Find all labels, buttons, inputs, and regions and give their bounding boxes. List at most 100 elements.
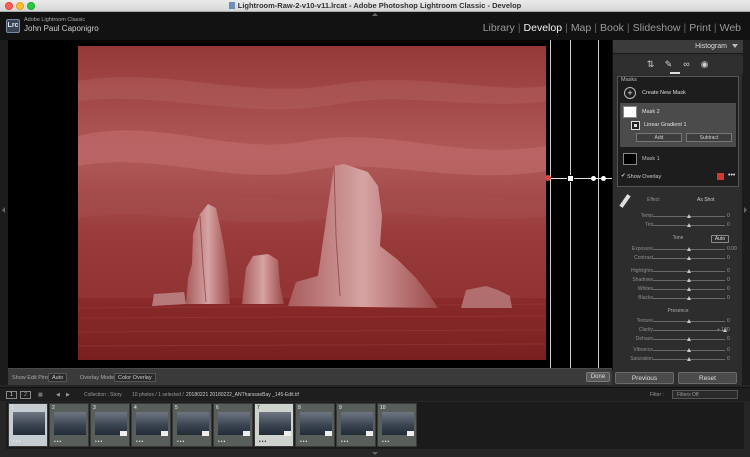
- slider-knob[interactable]: [687, 256, 691, 260]
- subtract-button[interactable]: Subtract: [686, 133, 732, 142]
- collapse-filmstrip-icon[interactable]: [372, 452, 378, 455]
- slider-knob[interactable]: [687, 223, 691, 227]
- filter-select[interactable]: Filters Off: [672, 390, 738, 399]
- previous-button[interactable]: Previous: [615, 372, 674, 384]
- gradient-handle[interactable]: [591, 176, 596, 181]
- slider-temp[interactable]: Temp 0: [613, 213, 743, 221]
- slider-value[interactable]: 0: [727, 255, 730, 261]
- slider-knob[interactable]: [687, 214, 691, 218]
- slider-tint[interactable]: Tint 0: [613, 222, 743, 230]
- slider-track[interactable]: [653, 330, 725, 331]
- slider-saturation[interactable]: Saturation 0: [613, 356, 743, 364]
- effect-preset-select[interactable]: As Shot: [697, 197, 715, 203]
- filmstrip-thumbnail[interactable]: 1 •••: [8, 403, 48, 447]
- eyedropper-icon[interactable]: [619, 194, 631, 208]
- slider-value[interactable]: 0: [727, 347, 730, 353]
- grid-view-icon[interactable]: ▦: [38, 392, 43, 398]
- collapse-arrow-icon[interactable]: [732, 44, 738, 48]
- slider-knob[interactable]: [687, 247, 691, 251]
- slider-knob[interactable]: [687, 296, 691, 300]
- collection-source[interactable]: Collection : Story: [84, 392, 122, 398]
- module-book[interactable]: Book: [597, 22, 627, 34]
- create-new-mask-button[interactable]: + Create New Mask: [622, 87, 738, 101]
- slider-value[interactable]: 0: [727, 277, 730, 283]
- slider-value[interactable]: 0: [727, 356, 730, 362]
- slider-texture[interactable]: Texture 0: [613, 318, 743, 326]
- slider-knob[interactable]: [687, 319, 691, 323]
- gradient-edit-pin-active[interactable]: [567, 175, 574, 182]
- secondary-screen-button[interactable]: 2: [20, 391, 31, 399]
- overlay-mode-select[interactable]: Color Overlay: [114, 373, 156, 382]
- module-print[interactable]: Print: [686, 22, 714, 34]
- slider-shadows[interactable]: Shadows 0: [613, 277, 743, 285]
- slider-value[interactable]: 0: [727, 286, 730, 292]
- done-button[interactable]: Done: [586, 372, 610, 382]
- slider-vibrance[interactable]: Vibrance 0: [613, 347, 743, 355]
- slider-highlights[interactable]: Highlights 0: [613, 268, 743, 276]
- current-filename[interactable]: 20180221 20180222_ANTharssseBay _145-Edi…: [186, 392, 299, 398]
- red-eye-icon[interactable]: ∞: [681, 59, 692, 70]
- healing-icon[interactable]: ✎: [663, 59, 674, 70]
- slider-knob[interactable]: [687, 348, 691, 352]
- slider-value[interactable]: 0.00: [727, 246, 737, 252]
- module-web[interactable]: Web: [717, 22, 744, 34]
- back-arrow-icon[interactable]: ◀: [56, 392, 60, 398]
- image-canvas[interactable]: [8, 40, 612, 368]
- slider-whites[interactable]: Whites 0: [613, 286, 743, 294]
- expand-left-panel-icon[interactable]: [2, 207, 5, 213]
- forward-arrow-icon[interactable]: ▶: [66, 392, 70, 398]
- filmstrip-thumbnail[interactable]: 3 •••: [90, 403, 130, 447]
- module-library[interactable]: Library: [480, 22, 518, 34]
- auto-button[interactable]: Auto: [711, 235, 729, 243]
- add-button[interactable]: Add: [636, 133, 682, 142]
- slider-knob[interactable]: [687, 269, 691, 273]
- reset-button[interactable]: Reset: [678, 372, 737, 384]
- gradient-guide-line[interactable]: [550, 40, 551, 368]
- filmstrip-thumbnail[interactable]: 4 •••: [131, 403, 171, 447]
- more-options-icon[interactable]: •••: [728, 172, 735, 179]
- slider-value[interactable]: 0: [727, 213, 730, 219]
- overlay-color-swatch[interactable]: [717, 173, 724, 180]
- slider-dehaze[interactable]: Dehaze 0: [613, 336, 743, 344]
- show-edit-pins-select[interactable]: Auto: [48, 373, 68, 382]
- slider-contrast[interactable]: Contrast 0: [613, 255, 743, 263]
- filmstrip-thumbnail[interactable]: 10 •••: [377, 403, 417, 447]
- module-map[interactable]: Map: [568, 22, 594, 34]
- histogram-header[interactable]: Histogram: [613, 40, 743, 54]
- linear-gradient-component[interactable]: Linear Gradient 1: [623, 121, 733, 131]
- mask-1-item[interactable]: Mask 1: [620, 150, 736, 168]
- photo-with-mask-overlay[interactable]: [78, 46, 546, 360]
- slider-knob[interactable]: [687, 357, 691, 361]
- slider-value[interactable]: 0: [727, 336, 730, 342]
- slider-value[interactable]: 0: [727, 268, 730, 274]
- gradient-guide-line[interactable]: [598, 40, 599, 368]
- show-overlay-checkbox[interactable]: ✔: [621, 173, 626, 179]
- masking-icon[interactable]: ◉: [699, 59, 710, 70]
- collapse-right-panel-icon[interactable]: [744, 207, 747, 213]
- gradient-handle[interactable]: [601, 176, 606, 181]
- slider-value[interactable]: 0: [727, 222, 730, 228]
- filmstrip-thumbnail[interactable]: 5 •••: [172, 403, 212, 447]
- slider-blacks[interactable]: Blacks 0: [613, 295, 743, 303]
- gradient-edit-pin-inactive[interactable]: [545, 175, 551, 181]
- slider-exposure[interactable]: Exposure 0.00: [613, 246, 743, 254]
- slider-knob[interactable]: [687, 278, 691, 282]
- gradient-center-line[interactable]: [570, 40, 571, 368]
- module-slideshow[interactable]: Slideshow: [630, 22, 684, 34]
- filmstrip-thumbnail[interactable]: 6 •••: [213, 403, 253, 447]
- filmstrip-thumbnail[interactable]: 8 •••: [295, 403, 335, 447]
- slider-clarity[interactable]: Clarity + 100: [613, 327, 743, 335]
- filmstrip-thumbnail[interactable]: 2 •••: [49, 403, 89, 447]
- collapse-top-panel-icon[interactable]: [372, 13, 378, 16]
- slider-knob[interactable]: [687, 287, 691, 291]
- module-develop[interactable]: Develop: [521, 22, 566, 34]
- filmstrip-thumbnail[interactable]: 9 •••: [336, 403, 376, 447]
- crop-icon[interactable]: ⇅: [645, 59, 656, 70]
- slider-value[interactable]: 0: [727, 295, 730, 301]
- filmstrip-thumbnail-selected[interactable]: 7 •••: [254, 403, 294, 447]
- slider-value[interactable]: + 100: [717, 327, 730, 333]
- slider-knob[interactable]: [687, 337, 691, 341]
- primary-screen-button[interactable]: 1: [6, 391, 17, 399]
- slider-value[interactable]: 0: [727, 318, 730, 324]
- mask-2-item[interactable]: Mask 2 Linear Gradient 1 Add Subtract: [620, 103, 736, 147]
